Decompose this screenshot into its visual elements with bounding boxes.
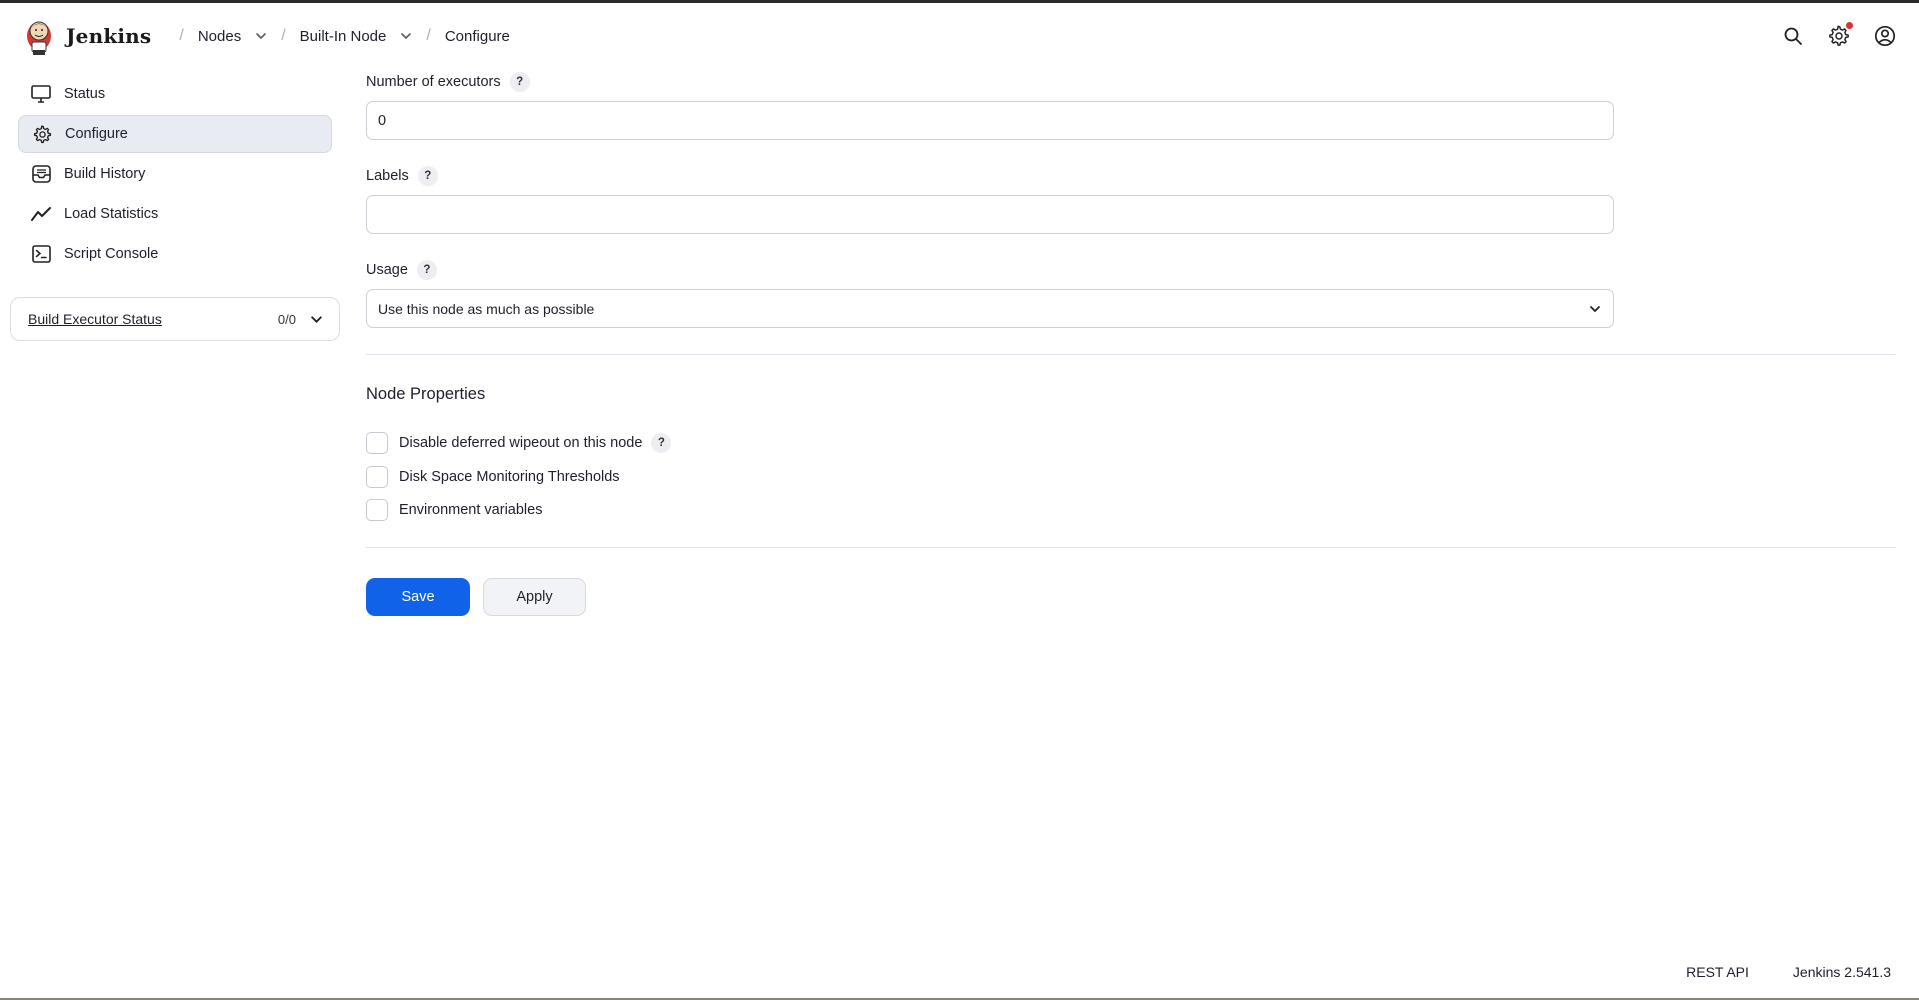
sidebar-item-build-history[interactable]: Build History [18, 155, 332, 193]
monitor-icon [30, 83, 52, 105]
section-divider [366, 547, 1896, 548]
search-icon[interactable] [1781, 24, 1805, 48]
help-icon[interactable]: ? [417, 166, 438, 186]
node-properties-title: Node Properties [366, 385, 486, 403]
option-disable-deferred-wipeout[interactable]: Disable deferred wipeout on this node ? [366, 432, 672, 454]
chevron-down-icon[interactable] [400, 30, 412, 42]
jenkins-version-link[interactable]: Jenkins 2.541.3 [1793, 964, 1891, 980]
sidebar-item-label: Load Statistics [64, 206, 159, 222]
help-icon[interactable]: ? [509, 72, 530, 92]
breadcrumb-nodes-label: Nodes [197, 27, 242, 45]
checkbox[interactable] [366, 432, 388, 454]
notification-dot [1846, 22, 1853, 29]
terminal-icon [30, 243, 52, 265]
sidebar-item-label: Status [64, 86, 106, 102]
apply-button[interactable]: Apply [483, 578, 586, 616]
inbox-icon [30, 163, 52, 185]
labels-input[interactable] [366, 195, 1614, 234]
breadcrumb-separator: / [426, 27, 431, 44]
build-executor-status-link[interactable]: Build Executor Status [28, 311, 162, 327]
sidebar-item-label: Build History [64, 166, 146, 182]
usage-label: Usage ? [366, 260, 437, 280]
user-icon[interactable] [1873, 24, 1897, 48]
breadcrumb-separator: / [179, 27, 184, 44]
breadcrumb-configure-label: Configure [444, 27, 510, 45]
top-header: Jenkins / Nodes / Built-In Node / Config… [0, 3, 1919, 69]
help-icon[interactable]: ? [416, 260, 437, 280]
brand-link[interactable]: Jenkins [22, 16, 151, 56]
gear-icon[interactable] [1827, 22, 1853, 48]
usage-select-value: Use this node as much as possible [378, 300, 595, 317]
chevron-down-icon[interactable] [255, 30, 267, 42]
sidebar-item-status[interactable]: Status [18, 75, 332, 113]
help-icon[interactable]: ? [651, 433, 672, 453]
brand-name: Jenkins [66, 24, 152, 48]
executor-count: 0/0 [277, 311, 296, 327]
breadcrumb-configure: Configure [445, 28, 510, 45]
sidebar-item-label: Configure [65, 126, 128, 142]
usage-label-text: Usage [366, 262, 408, 278]
option-label: Environment variables [399, 502, 543, 518]
jenkins-logo-icon [27, 21, 51, 55]
save-button[interactable]: Save [366, 578, 470, 616]
sidebar: Status Configure Build History Load Stat… [10, 75, 340, 341]
chart-line-icon [30, 203, 52, 225]
breadcrumb-built-in-node[interactable]: Built-In Node [300, 28, 413, 45]
page-footer: REST API Jenkins 2.541.3 [1686, 964, 1891, 980]
rest-api-link[interactable]: REST API [1686, 964, 1749, 980]
breadcrumb-nodes[interactable]: Nodes [198, 28, 267, 45]
checkbox[interactable] [366, 499, 388, 521]
chevron-down-icon [1589, 303, 1601, 315]
chevron-down-icon[interactable] [310, 313, 323, 326]
section-divider [366, 354, 1896, 355]
option-environment-variables[interactable]: Environment variables [366, 499, 542, 521]
option-label: Disk Space Monitoring Thresholds [399, 469, 620, 485]
breadcrumb: / Nodes / Built-In Node / Configure [165, 27, 509, 45]
breadcrumb-separator: / [281, 27, 286, 44]
labels-label: Labels ? [366, 166, 438, 186]
labels-label-text: Labels [366, 168, 409, 184]
sidebar-item-load-statistics[interactable]: Load Statistics [18, 195, 332, 233]
option-disk-space-monitoring[interactable]: Disk Space Monitoring Thresholds [366, 466, 620, 488]
breadcrumb-built-in-node-label: Built-In Node [299, 27, 387, 45]
gear-icon [31, 123, 53, 145]
option-label: Disable deferred wipeout on this node [399, 435, 643, 451]
sidebar-item-script-console[interactable]: Script Console [18, 235, 332, 273]
checkbox[interactable] [366, 466, 388, 488]
executors-label-text: Number of executors [366, 74, 501, 90]
sidebar-item-configure[interactable]: Configure [18, 115, 332, 153]
header-actions [1781, 22, 1897, 48]
executors-label: Number of executors ? [366, 72, 530, 92]
usage-select[interactable]: Use this node as much as possible [366, 289, 1614, 328]
executors-input[interactable] [366, 101, 1614, 140]
sidebar-item-label: Script Console [64, 246, 159, 262]
build-executor-status-panel: Build Executor Status 0/0 [10, 297, 340, 341]
